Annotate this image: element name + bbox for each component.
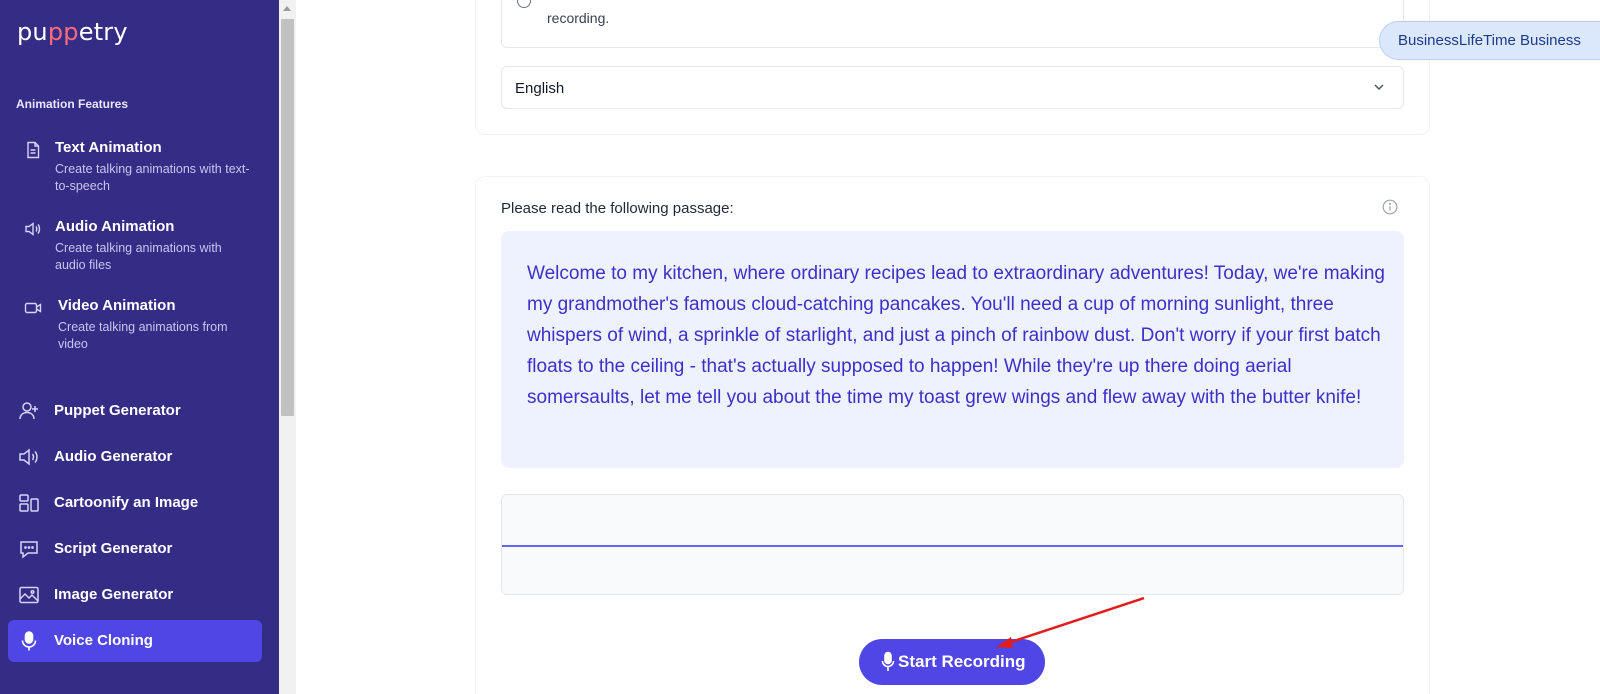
scrollbar-thumb[interactable] bbox=[281, 19, 294, 416]
sidebar-item-image-generator[interactable]: Image Generator bbox=[8, 574, 262, 616]
waveform-visualizer bbox=[501, 494, 1404, 595]
feature-title: Text Animation bbox=[55, 139, 162, 156]
speaker-icon bbox=[19, 448, 38, 466]
sidebar-item-audio-generator[interactable]: Audio Generator bbox=[8, 436, 262, 478]
info-icon[interactable] bbox=[1382, 199, 1398, 215]
sidebar-item-puppet-generator[interactable]: Puppet Generator bbox=[8, 390, 262, 432]
passage-label: Please read the following passage: bbox=[501, 200, 734, 217]
layout-icon bbox=[19, 494, 39, 512]
nav-label: Voice Cloning bbox=[54, 632, 153, 649]
start-recording-label: Start Recording bbox=[898, 652, 1026, 671]
plan-badge[interactable]: BusinessLifeTime Business bbox=[1379, 21, 1600, 60]
image-icon bbox=[19, 586, 39, 604]
language-select[interactable]: English bbox=[501, 66, 1404, 109]
microphone-icon bbox=[21, 631, 37, 651]
feature-title: Video Animation bbox=[58, 297, 176, 314]
feature-desc: Create talking animations with audio fil… bbox=[55, 241, 222, 272]
sidebar: puppetry Animation Features Text Animati… bbox=[0, 0, 279, 694]
sidebar-item-script-generator[interactable]: Script Generator bbox=[8, 528, 262, 570]
section-title-animation-features: Animation Features bbox=[16, 97, 129, 111]
sidebar-scrollbar[interactable] bbox=[279, 0, 296, 694]
nav-label: Image Generator bbox=[54, 586, 174, 603]
passage-box: Welcome to my kitchen, where ordinary re… bbox=[501, 231, 1404, 468]
nav-label: Script Generator bbox=[54, 540, 173, 557]
instruction-text: recording. bbox=[547, 10, 610, 26]
start-recording-button[interactable]: Start Recording bbox=[859, 639, 1045, 685]
microphone-icon bbox=[881, 651, 895, 671]
feature-desc: Create talking animations from video bbox=[58, 320, 228, 351]
chat-bubble-icon bbox=[20, 541, 38, 559]
speaker-icon bbox=[25, 222, 41, 236]
plan-badge-label: BusinessLifeTime Business bbox=[1398, 32, 1581, 49]
sidebar-item-voice-cloning[interactable]: Voice Cloning bbox=[8, 620, 262, 662]
chevron-down-icon bbox=[1374, 84, 1384, 91]
nav-label: Cartoonify an Image bbox=[54, 494, 199, 511]
sidebar-item-cartoonify[interactable]: Cartoonify an Image bbox=[8, 482, 262, 524]
waveform-line bbox=[502, 545, 1403, 547]
scroll-up-arrow-icon[interactable] bbox=[283, 6, 291, 11]
feature-title: Audio Animation bbox=[55, 218, 175, 235]
user-plus-icon bbox=[19, 402, 38, 420]
nav-label: Audio Generator bbox=[54, 448, 173, 465]
puppetry-logo[interactable]: puppetry bbox=[17, 18, 128, 46]
video-camera-icon bbox=[24, 302, 42, 314]
language-select-value: English bbox=[515, 80, 565, 97]
document-icon bbox=[27, 141, 40, 159]
passage-text: Welcome to my kitchen, where ordinary re… bbox=[527, 263, 1385, 408]
instruction-box bbox=[501, 0, 1404, 48]
feature-desc: Create talking animations with text-to-s… bbox=[55, 162, 250, 193]
nav-label: Puppet Generator bbox=[54, 402, 181, 419]
